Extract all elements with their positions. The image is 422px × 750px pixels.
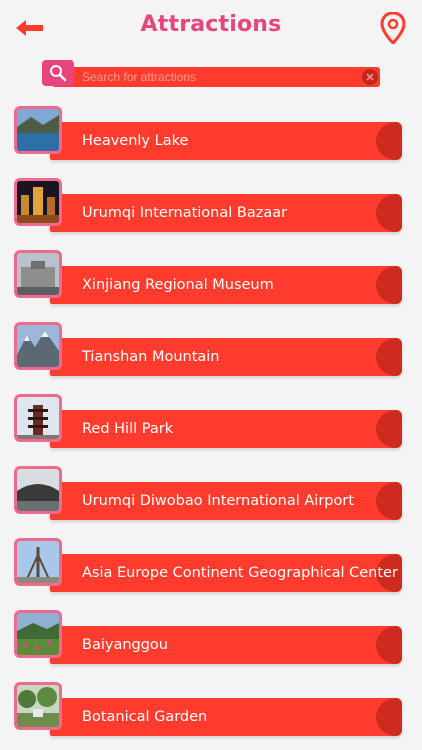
list-item-red-hill-park[interactable]: Red Hill Park (14, 392, 404, 450)
list-item-label: Xinjiang Regional Museum (82, 277, 274, 293)
pagoda-photo (14, 394, 62, 442)
lake-photo (14, 106, 62, 154)
list-item-label: Urumqi Diwobao International Airport (82, 493, 355, 509)
page-title: Attractions (140, 12, 282, 37)
garden-photo (14, 682, 62, 730)
search-button[interactable] (42, 60, 74, 86)
list-item-bazaar[interactable]: Urumqi International Bazaar (14, 176, 404, 234)
list-item-geographical-center[interactable]: Asia Europe Continent Geographical Cente… (14, 536, 404, 594)
monument-photo (14, 538, 62, 586)
list-item-airport[interactable]: Urumqi Diwobao International Airport (14, 464, 404, 522)
map-pin-icon (380, 11, 406, 46)
museum-photo (14, 250, 62, 298)
list-item-label: Botanical Garden (82, 709, 208, 725)
list-item-heavenly-lake[interactable]: Heavenly Lake (14, 104, 404, 162)
list-item-label: Tianshan Mountain (82, 349, 220, 365)
list-item-museum[interactable]: Xinjiang Regional Museum (14, 248, 404, 306)
list-item-baiyanggou[interactable]: Baiyanggou (14, 608, 404, 666)
list-item-label: Heavenly Lake (82, 133, 189, 149)
list-item-label: Asia Europe Continent Geographical Cente… (82, 565, 398, 581)
clear-search-button[interactable] (362, 69, 378, 85)
list-item-label: Urumqi International Bazaar (82, 205, 288, 221)
list-item-label: Baiyanggou (82, 637, 168, 653)
meadow-photo (14, 610, 62, 658)
mountain-photo (14, 322, 62, 370)
list-item-botanical-garden[interactable]: Botanical Garden (14, 680, 404, 738)
list-item-tianshan[interactable]: Tianshan Mountain (14, 320, 404, 378)
search-icon (50, 65, 67, 82)
close-icon (366, 73, 374, 81)
location-button[interactable] (380, 11, 406, 46)
airport-photo (14, 466, 62, 514)
bazaar-photo (14, 178, 62, 226)
list-item-label: Red Hill Park (82, 421, 174, 437)
search-input[interactable] (74, 67, 354, 87)
search-bar (42, 58, 382, 88)
app-header: Attractions (0, 0, 422, 56)
